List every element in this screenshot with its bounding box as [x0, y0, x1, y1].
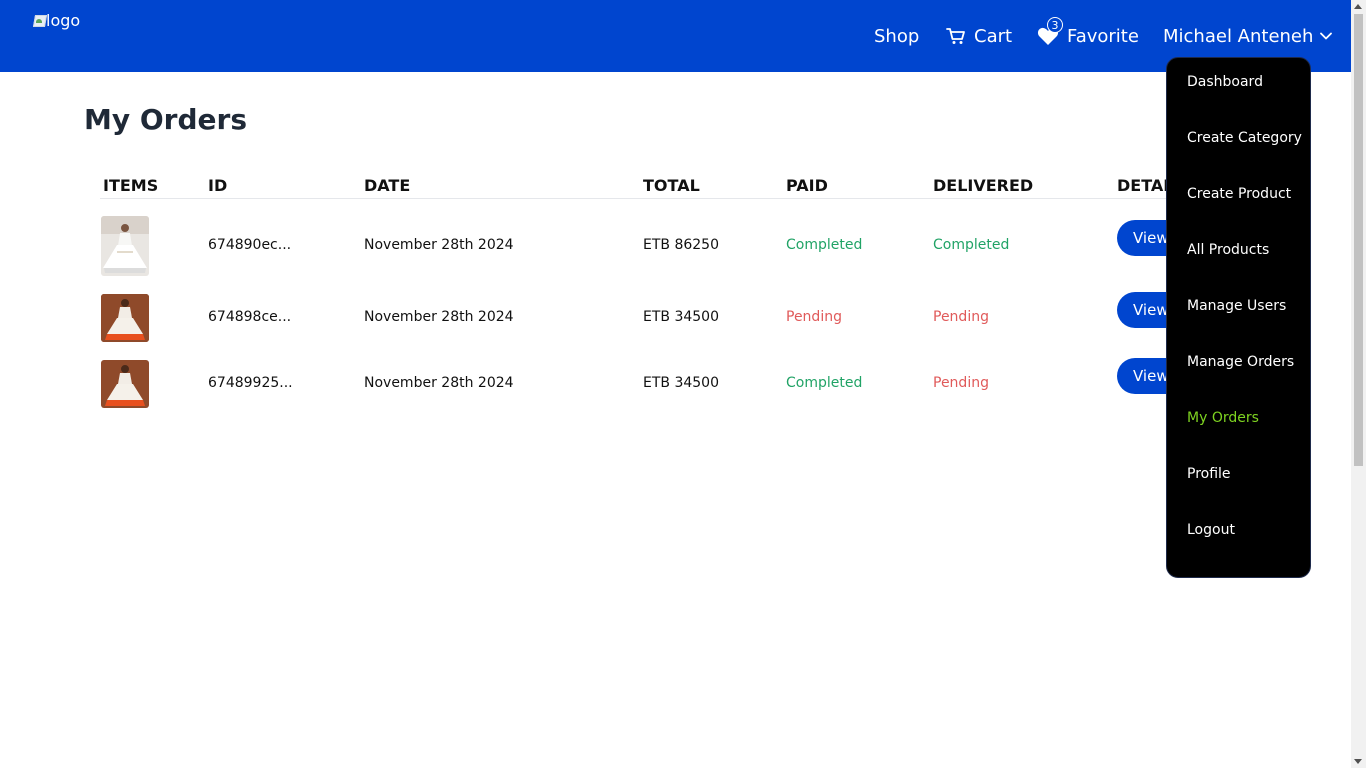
view-button-label: View: [1133, 301, 1169, 319]
cart-icon: [946, 27, 966, 45]
menu-item-create-product[interactable]: Create Product: [1187, 186, 1291, 202]
header-paid: PAID: [786, 176, 828, 195]
menu-item-all-products[interactable]: All Products: [1187, 242, 1269, 258]
menu-item-my-orders[interactable]: My Orders: [1187, 410, 1259, 426]
navbar: logo Shop Cart 3 Favorite Michael Antene…: [0, 0, 1351, 72]
broken-image-icon: [33, 13, 45, 27]
header-items: ITEMS: [103, 176, 159, 195]
delivered-status: Pending: [933, 309, 989, 325]
scroll-up-arrow-icon[interactable]: [1354, 4, 1362, 9]
header-date: DATE: [364, 176, 411, 195]
paid-status: Pending: [786, 309, 842, 325]
header-delivered: DELIVERED: [933, 176, 1034, 195]
view-button-label: View: [1133, 367, 1169, 385]
menu-item-logout[interactable]: Logout: [1187, 522, 1235, 538]
logo-alt-text: logo: [46, 10, 81, 30]
order-id: 67489925...: [208, 375, 293, 391]
order-item-image[interactable]: [101, 360, 149, 408]
order-item-image[interactable]: [101, 216, 149, 276]
header-divider: [100, 198, 1220, 199]
order-total: ETB 86250: [643, 237, 719, 253]
order-date: November 28th 2024: [364, 237, 514, 253]
page-title: My Orders: [84, 103, 247, 136]
table-row: 674898ce... November 28th 2024 ETB 34500…: [100, 292, 1220, 342]
order-total: ETB 34500: [643, 375, 719, 391]
nav-shop-label: Shop: [874, 25, 920, 47]
chevron-down-icon: [1320, 32, 1333, 40]
order-date: November 28th 2024: [364, 309, 514, 325]
menu-item-manage-users[interactable]: Manage Users: [1187, 298, 1286, 314]
paid-status: Completed: [786, 237, 863, 253]
order-id: 674898ce...: [208, 309, 292, 325]
menu-item-create-category[interactable]: Create Category: [1187, 130, 1302, 146]
view-button-label: View: [1133, 229, 1169, 247]
nav-shop-link[interactable]: Shop: [874, 0, 919, 72]
header-id: ID: [208, 176, 228, 195]
menu-item-manage-orders[interactable]: Manage Orders: [1187, 354, 1294, 370]
menu-item-dashboard[interactable]: Dashboard: [1187, 74, 1263, 90]
scroll-down-arrow-icon[interactable]: [1354, 759, 1362, 764]
order-id: 674890ec...: [208, 237, 292, 253]
delivered-status: Completed: [933, 237, 1010, 253]
user-dropdown-menu: Dashboard Create Category Create Product…: [1166, 57, 1311, 578]
nav-favorite-label: Favorite: [1067, 25, 1139, 47]
order-date: November 28th 2024: [364, 375, 514, 391]
heart-icon: 3: [1037, 17, 1063, 46]
menu-item-profile[interactable]: Profile: [1187, 466, 1231, 482]
nav-favorite-link[interactable]: 3 Favorite: [1037, 0, 1139, 72]
favorite-count-badge: 3: [1047, 17, 1063, 33]
user-name: Michael Anteneh: [1163, 25, 1314, 47]
nav-cart-label: Cart: [974, 25, 1013, 47]
table-row: 67489925... November 28th 2024 ETB 34500…: [100, 358, 1220, 408]
order-total: ETB 34500: [643, 309, 719, 325]
logo[interactable]: logo: [33, 10, 81, 30]
table-row: 674890ec... November 28th 2024 ETB 86250…: [100, 216, 1220, 276]
header-total: TOTAL: [643, 176, 700, 195]
page-scrollbar[interactable]: [1351, 0, 1366, 768]
scrollbar-thumb[interactable]: [1354, 14, 1363, 466]
order-item-image[interactable]: [101, 294, 149, 342]
nav-cart-link[interactable]: Cart: [946, 0, 1012, 72]
paid-status: Completed: [786, 375, 863, 391]
delivered-status: Pending: [933, 375, 989, 391]
